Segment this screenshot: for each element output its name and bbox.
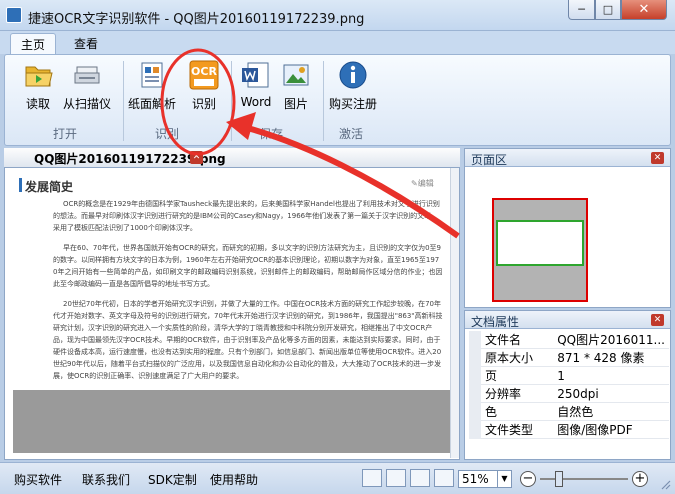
zoom-in-icon[interactable]: +	[632, 471, 648, 487]
tab-home[interactable]: 主页	[10, 33, 57, 54]
group-save: 保存	[259, 127, 284, 141]
scanner-icon	[74, 66, 100, 84]
properties-header: 文档属性 ✕	[465, 311, 670, 329]
page-preview-pane: 页面区 ✕	[464, 148, 671, 308]
ribbon: 读取 从扫描仪 纸面解析 OCR 识别 Word 图片 购买注册 打开 识别 保…	[4, 54, 671, 146]
group-activate: 激活	[339, 127, 364, 141]
app-icon	[6, 7, 22, 23]
fit-width-icon[interactable]	[386, 469, 406, 487]
chevron-down-icon[interactable]: ▼	[497, 471, 511, 487]
zoom-out-icon[interactable]: −	[520, 471, 536, 487]
recognize-label: 识别	[191, 97, 216, 111]
page-preview-title: 页面区	[471, 153, 508, 167]
word-doc-icon	[242, 62, 269, 88]
window-title: 捷速OCR文字识别软件 - QQ图片20160119172239.png	[28, 12, 365, 27]
property-key: 色	[468, 402, 554, 421]
zoom-value: 51%	[462, 472, 489, 486]
property-value: QQ图片2016011...	[553, 331, 669, 349]
read-label: 读取	[25, 97, 50, 111]
maximize-button[interactable]: □	[595, 0, 621, 20]
read-button[interactable]: 读取	[15, 59, 61, 119]
property-row: 文件类型 图像/图像PDF	[468, 420, 669, 439]
document-heading: 发展简史	[25, 180, 74, 194]
buy-register-button[interactable]: 购买注册	[325, 59, 381, 119]
property-row: 原本大小 871 * 428 像素	[468, 348, 669, 367]
separator	[231, 61, 232, 141]
property-row: 页1	[468, 366, 669, 385]
page-parse-button[interactable]: 纸面解析	[125, 59, 179, 119]
property-value: 图像/图像PDF	[553, 420, 669, 439]
actual-size-icon[interactable]	[410, 469, 430, 487]
paragraph-3: 20世纪70年代初，日本的学者开始研究汉字识别，并做了大量的工作。中国在OCR技…	[53, 300, 443, 380]
property-key: 原本大小	[468, 348, 554, 367]
sdk-custom-link[interactable]: SDK定制	[148, 471, 197, 488]
document-tab-close-icon[interactable]: ✕	[190, 151, 203, 164]
fit-page-icon[interactable]	[362, 469, 382, 487]
scanner-label: 从扫描仪	[62, 97, 111, 111]
property-key: 文件类型	[468, 420, 554, 439]
heading-bar	[19, 178, 22, 192]
group-open: 打开	[53, 127, 78, 141]
folder-open-icon	[25, 66, 53, 87]
ocr-badge: OCR	[191, 65, 217, 78]
property-key: 页	[468, 366, 554, 385]
property-row: 分辨率 250dpi	[468, 384, 669, 403]
page-thumbnail[interactable]	[492, 198, 588, 302]
page-preview-header: 页面区 ✕	[465, 149, 670, 167]
save-picture-button[interactable]: 图片	[273, 59, 319, 119]
property-value: 250dpi	[553, 384, 669, 403]
zoom-select[interactable]: 51% ▼	[458, 470, 512, 488]
property-key: 分辨率	[468, 384, 554, 403]
properties-close-icon[interactable]: ✕	[651, 314, 664, 326]
property-row: 文件名 QQ图片2016011...	[468, 331, 669, 349]
document-properties-pane: 文档属性 ✕ 文件名 QQ图片2016011... 原本大小 871 * 428 像…	[464, 310, 671, 460]
property-key: 文件名	[468, 331, 554, 349]
document-scrollbar[interactable]	[450, 168, 459, 458]
property-value: 871 * 428 像素	[553, 348, 669, 367]
split-view-icon[interactable]	[434, 469, 454, 487]
properties-title: 文档属性	[471, 315, 520, 329]
minimize-button[interactable]: ─	[568, 0, 595, 20]
resize-grip-icon[interactable]	[659, 478, 671, 490]
contact-us-link[interactable]: 联系我们	[82, 471, 130, 488]
properties-table: 文件名 QQ图片2016011... 原本大小 871 * 428 像素 页1 分辨…	[468, 331, 669, 439]
scanner-button[interactable]: 从扫描仪	[59, 59, 115, 119]
tab-view[interactable]: 查看	[64, 33, 108, 54]
page-parse-label: 纸面解析	[127, 97, 176, 111]
document-image: 发展简史 ✎编辑 OCR的概念是在1929年由德国科学家Tausheck最先提出…	[13, 172, 450, 390]
group-recognize: 识别	[155, 127, 180, 141]
separator	[323, 61, 324, 141]
page-thumbnail-region[interactable]	[496, 220, 584, 266]
recognize-button[interactable]: OCR 识别	[181, 59, 227, 119]
help-link[interactable]: 使用帮助	[210, 471, 258, 488]
ribbon-tabbar: 主页 查看	[0, 31, 675, 54]
close-button[interactable]: ✕	[621, 0, 667, 20]
zoom-slider-track[interactable]	[540, 478, 628, 480]
ocr-recognize-icon: OCR	[189, 60, 219, 90]
document-tab[interactable]: QQ图片20160119172239.png ✕	[4, 148, 460, 168]
info-icon	[339, 61, 367, 89]
separator	[123, 61, 124, 141]
page-preview-area	[466, 168, 669, 305]
buy-register-label: 购买注册	[328, 97, 377, 111]
status-bar: 购买软件 联系我们 SDK定制 使用帮助 51% ▼ − +	[0, 462, 675, 494]
page-preview-close-icon[interactable]: ✕	[651, 152, 664, 164]
edit-link: ✎编辑	[411, 179, 434, 188]
property-row: 色自然色	[468, 402, 669, 421]
document-canvas-background	[13, 390, 450, 453]
zoom-slider-thumb[interactable]	[555, 471, 563, 487]
paragraph-2: 早在60、70年代，世界各国就开始有OCR的研究，而研究的初期，多以文字的识别方…	[53, 244, 443, 288]
property-value: 自然色	[553, 402, 669, 421]
title-bar: 捷速OCR文字识别软件 - QQ图片20160119172239.png ─ □…	[0, 0, 675, 31]
page-parse-icon	[141, 62, 163, 88]
save-picture-label: 图片	[283, 97, 308, 111]
buy-software-link[interactable]: 购买软件	[14, 471, 62, 488]
property-value: 1	[553, 366, 669, 385]
picture-icon	[283, 64, 309, 86]
paragraph-1: OCR的概念是在1929年由德国科学家Tausheck最先提出来的，后来美国科学…	[53, 200, 440, 232]
